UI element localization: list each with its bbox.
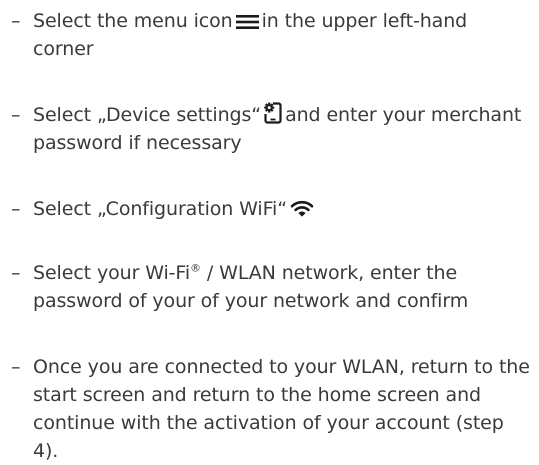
registered-mark: ® [190,261,201,275]
step-bullet: – [11,262,21,284]
step-text: Select the menu icon in the upper left-ha… [33,7,532,63]
step-bullet: – [11,10,21,32]
step-text: Once you are connected to your WLAN, ret… [33,356,530,462]
hamburger-menu-icon [235,14,259,30]
step-text: Select your Wi-Fi® / WLAN network, enter… [33,259,532,315]
device-settings-icon [264,102,282,124]
step-text: Select „Configuration WiFi“ [33,195,532,223]
step-bullet: – [11,104,21,126]
step-bullet: – [11,356,21,378]
step-bullet: – [11,198,21,220]
step-finish-activation: – Once you are connected to your WLAN, r… [0,353,532,465]
step-text-before-icon: Select „Configuration WiFi“ [33,198,287,220]
step-text-before-icon: Select the menu icon [33,10,233,32]
step-configuration-wifi: – Select „Configuration WiFi“ [0,195,532,223]
wifi-icon [290,200,314,218]
step-open-menu: – Select the menu icon in the upper left-… [0,7,532,63]
step-select-network: – Select your Wi-Fi® / WLAN network, ent… [0,259,532,315]
step-text-before-icon: Select „Device settings“ [33,104,262,126]
step-device-settings: – Select „Device settings“ and enter your… [0,101,532,157]
step-text: Select „Device settings“ and enter your m… [33,101,532,157]
instruction-list: – Select the menu icon in the upper left-… [0,0,539,462]
step-text-part-1: Select your Wi-Fi [33,262,191,284]
